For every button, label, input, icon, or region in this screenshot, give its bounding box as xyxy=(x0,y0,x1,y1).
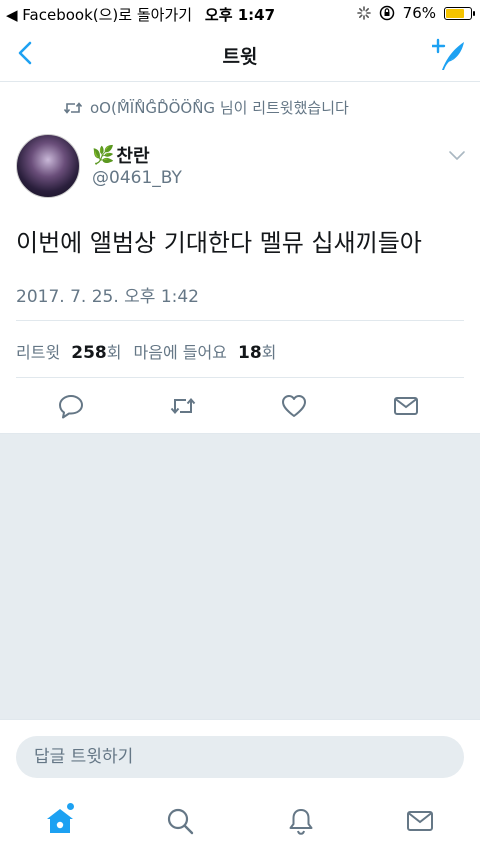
like-stat[interactable]: 마음에 들어요 18회 xyxy=(134,339,277,363)
orientation-lock-icon xyxy=(379,5,394,21)
author-name-text[interactable]: 찬란 xyxy=(116,142,149,168)
battery-level xyxy=(446,8,464,18)
replies-area xyxy=(0,433,480,720)
like-label: 마음에 들어요 xyxy=(133,343,227,362)
reply-icon[interactable] xyxy=(57,392,85,420)
author-handle[interactable]: @0461_BY xyxy=(92,168,182,188)
navigation-bar: 트윗 xyxy=(0,28,480,82)
tweet-stats: 리트윗 258회 마음에 들어요 18회 xyxy=(16,339,276,363)
battery-percent: 76% xyxy=(402,4,436,22)
retweet-icon[interactable] xyxy=(169,392,197,420)
retweet-stat[interactable]: 리트윗 258회 xyxy=(16,339,122,363)
divider xyxy=(16,320,464,321)
divider xyxy=(16,377,464,378)
author-name-emoji: 🌿 xyxy=(92,144,115,166)
tweet-timestamp: 2017. 7. 25. 오후 1:42 xyxy=(16,287,199,307)
reply-bar xyxy=(0,719,480,794)
retweet-icon xyxy=(64,101,82,114)
tweet-text: 이번에 앨범상 기대한다 멜뮤 십새끼들아 xyxy=(16,229,422,257)
like-unit: 회 xyxy=(261,343,277,362)
compose-tweet-icon[interactable] xyxy=(432,38,466,72)
retweet-label: 리트윗 xyxy=(16,343,61,362)
retweet-unit: 회 xyxy=(106,343,122,362)
notifications-bell-icon[interactable] xyxy=(286,806,316,836)
battery-icon xyxy=(444,6,475,20)
reply-input[interactable] xyxy=(16,736,464,778)
search-icon[interactable] xyxy=(165,806,195,836)
retweet-context-text[interactable]: oO(M̊ÏN̊G̊D̊ÖÖN̊G 님이 리트윗했습니다 xyxy=(90,97,349,118)
notification-dot xyxy=(67,803,74,810)
like-count: 18 xyxy=(238,343,262,363)
home-icon[interactable] xyxy=(45,806,75,836)
tweet-actions xyxy=(0,380,480,432)
page-title: 트윗 xyxy=(222,46,258,68)
messages-icon[interactable] xyxy=(405,806,435,836)
author-name[interactable]: 🌿 찬란 xyxy=(92,142,150,168)
status-bar: ◀ Facebook(으)로 돌아가기 오후 1:47 76% xyxy=(0,0,480,28)
activity-spinner-icon xyxy=(356,6,371,20)
retweet-count: 258 xyxy=(71,343,107,363)
direct-message-icon[interactable] xyxy=(392,392,420,420)
avatar[interactable] xyxy=(16,134,80,198)
retweet-context[interactable]: oO(M̊ÏN̊G̊D̊ÖÖN̊G 님이 리트윗했습니다 xyxy=(64,97,349,118)
tab-bar xyxy=(0,794,480,854)
heart-icon[interactable] xyxy=(280,392,308,420)
chevron-down-icon[interactable] xyxy=(448,146,466,164)
